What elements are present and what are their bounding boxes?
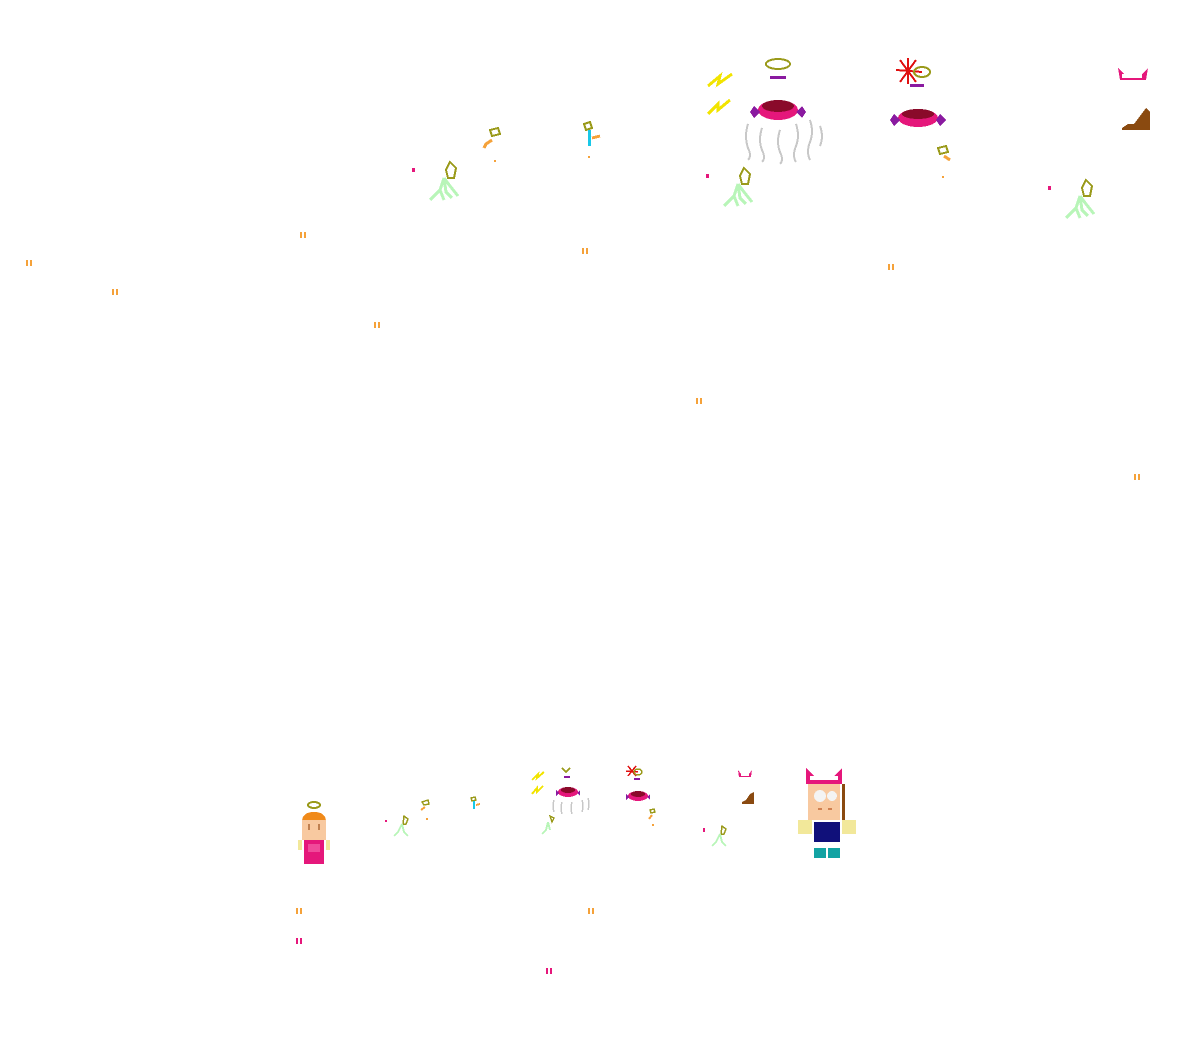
ghost-spirit-sprite	[531, 767, 590, 835]
plant-sprite	[703, 824, 727, 847]
spark-mark	[582, 248, 588, 254]
sprout-sprite	[582, 120, 601, 158]
spark-mark	[1134, 474, 1140, 480]
spark-mark	[300, 232, 306, 238]
cat-ears-poop-sprite	[1118, 68, 1150, 130]
seed-sprite	[482, 126, 502, 162]
spark-mark	[374, 322, 380, 328]
cat-hat-kid-character	[798, 768, 856, 858]
game-canvas	[0, 0, 1200, 1056]
angry-candy-sprite	[625, 765, 656, 826]
spark-mark	[546, 968, 552, 974]
plant-sprite	[1048, 178, 1096, 220]
plant-sprite	[385, 814, 409, 837]
spark-mark	[696, 398, 702, 404]
cat-ears-poop-sprite	[738, 770, 754, 804]
spark-mark	[588, 908, 594, 914]
spark-mark	[296, 938, 302, 944]
spark-mark	[888, 264, 894, 270]
angry-candy-sprite	[890, 58, 951, 178]
ghost-spirit-sprite	[706, 58, 823, 165]
spark-mark	[296, 908, 302, 914]
spark-mark	[112, 289, 118, 295]
angel-girl-character	[298, 801, 330, 864]
seed-sprite	[420, 799, 430, 820]
plant-sprite	[412, 160, 460, 202]
sprout-sprite	[470, 796, 481, 809]
plant-sprite	[706, 166, 754, 208]
spark-mark	[26, 260, 32, 266]
